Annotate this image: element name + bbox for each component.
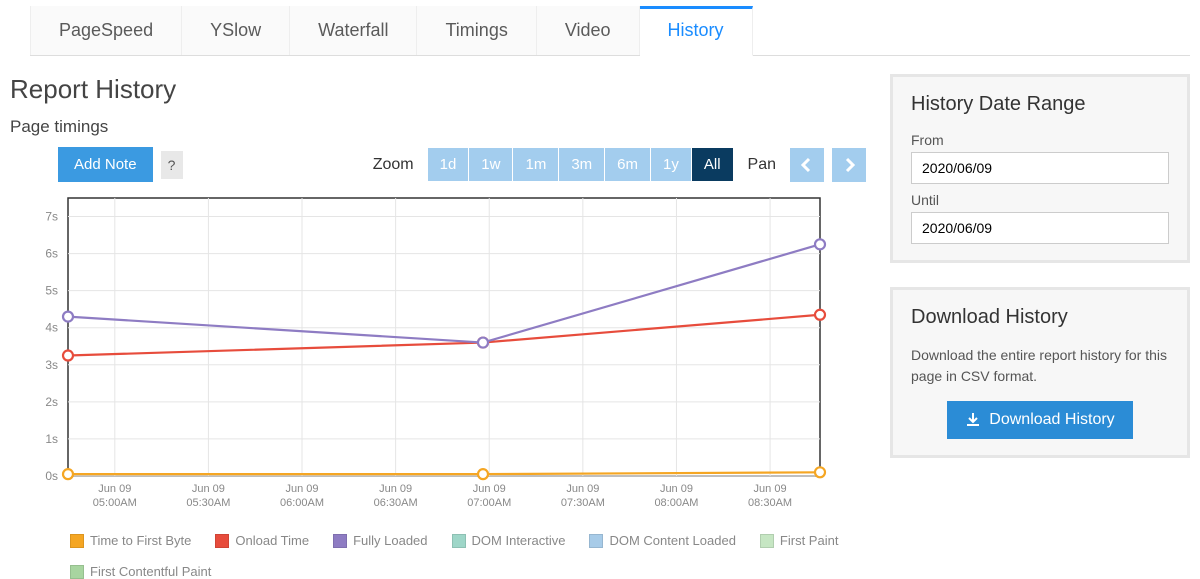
download-history-button[interactable]: Download History [947, 401, 1132, 439]
legend-swatch [333, 534, 347, 548]
tab-yslow[interactable]: YSlow [182, 6, 290, 55]
svg-text:05:30AM: 05:30AM [186, 497, 230, 509]
pan-left-button[interactable] [790, 148, 824, 182]
download-icon [965, 412, 981, 428]
tab-pagespeed[interactable]: PageSpeed [30, 6, 182, 55]
panel-title: Download History [911, 306, 1169, 329]
zoom-all[interactable]: All [692, 148, 733, 181]
zoom-6m[interactable]: 6m [605, 148, 650, 181]
zoom-1y[interactable]: 1y [651, 148, 691, 181]
svg-text:05:00AM: 05:00AM [93, 497, 137, 509]
svg-text:0s: 0s [45, 469, 58, 483]
legend-swatch [70, 534, 84, 548]
until-label: Until [911, 192, 1169, 208]
svg-text:07:00AM: 07:00AM [467, 497, 511, 509]
chevron-left-icon [799, 157, 815, 173]
svg-text:08:00AM: 08:00AM [654, 497, 698, 509]
svg-text:6s: 6s [45, 247, 58, 261]
svg-text:5s: 5s [45, 284, 58, 298]
svg-text:06:30AM: 06:30AM [374, 497, 418, 509]
legend-item[interactable]: Onload Time [215, 533, 309, 548]
legend-item[interactable]: DOM Interactive [452, 533, 566, 548]
svg-text:7s: 7s [45, 210, 58, 224]
section-subtitle: Page timings [10, 117, 866, 137]
svg-text:08:30AM: 08:30AM [748, 497, 792, 509]
legend-item[interactable]: Fully Loaded [333, 533, 427, 548]
legend-swatch [70, 565, 84, 579]
svg-text:Jun 09: Jun 09 [754, 483, 787, 495]
zoom-label: Zoom [373, 156, 414, 174]
from-label: From [911, 132, 1169, 148]
tab-history[interactable]: History [640, 6, 753, 56]
main-tabs: PageSpeedYSlowWaterfallTimingsVideoHisto… [30, 6, 1190, 56]
download-description: Download the entire report history for t… [911, 345, 1169, 387]
legend-label: DOM Interactive [472, 533, 566, 548]
svg-text:Jun 09: Jun 09 [660, 483, 693, 495]
legend-item[interactable]: First Contentful Paint [70, 564, 211, 579]
tab-video[interactable]: Video [537, 6, 640, 55]
legend-item[interactable]: First Paint [760, 533, 839, 548]
svg-text:Jun 09: Jun 09 [192, 483, 225, 495]
zoom-group: 1d1w1m3m6m1yAll [428, 148, 734, 181]
svg-text:2s: 2s [45, 395, 58, 409]
svg-text:06:00AM: 06:00AM [280, 497, 324, 509]
legend-label: Time to First Byte [90, 533, 191, 548]
legend-label: First Contentful Paint [90, 564, 211, 579]
date-range-panel: History Date Range From Until [890, 74, 1190, 263]
pan-label: Pan [748, 156, 776, 174]
download-button-label: Download History [989, 411, 1114, 429]
help-button[interactable]: ? [161, 151, 183, 179]
legend-swatch [589, 534, 603, 548]
zoom-1d[interactable]: 1d [428, 148, 469, 181]
tab-waterfall[interactable]: Waterfall [290, 6, 417, 55]
chart-legend: Time to First Byte Onload Time Fully Loade… [70, 533, 866, 579]
pan-right-button[interactable] [832, 148, 866, 182]
legend-item[interactable]: DOM Content Loaded [589, 533, 735, 548]
add-note-button[interactable]: Add Note [58, 147, 153, 182]
from-input[interactable] [911, 152, 1169, 184]
legend-label: First Paint [780, 533, 839, 548]
page-title: Report History [10, 74, 866, 105]
until-input[interactable] [911, 212, 1169, 244]
zoom-1m[interactable]: 1m [513, 148, 558, 181]
zoom-3m[interactable]: 3m [559, 148, 604, 181]
legend-item[interactable]: Time to First Byte [70, 533, 191, 548]
svg-text:Jun 09: Jun 09 [379, 483, 412, 495]
legend-swatch [760, 534, 774, 548]
svg-text:4s: 4s [45, 321, 58, 335]
chart-toolbar: Add Note ? Zoom 1d1w1m3m6m1yAll Pan [58, 147, 866, 182]
chevron-right-icon [841, 157, 857, 173]
tab-timings[interactable]: Timings [417, 6, 536, 55]
legend-swatch [452, 534, 466, 548]
svg-text:07:30AM: 07:30AM [561, 497, 605, 509]
legend-swatch [215, 534, 229, 548]
svg-text:1s: 1s [45, 432, 58, 446]
svg-text:Jun 09: Jun 09 [566, 483, 599, 495]
zoom-1w[interactable]: 1w [469, 148, 512, 181]
svg-text:Jun 09: Jun 09 [98, 483, 131, 495]
download-panel: Download History Download the entire rep… [890, 287, 1190, 458]
svg-text:Jun 09: Jun 09 [473, 483, 506, 495]
svg-text:Jun 09: Jun 09 [286, 483, 319, 495]
legend-label: Fully Loaded [353, 533, 427, 548]
panel-title: History Date Range [911, 93, 1169, 116]
legend-label: DOM Content Loaded [609, 533, 735, 548]
svg-text:3s: 3s [45, 358, 58, 372]
legend-label: Onload Time [235, 533, 309, 548]
timings-chart[interactable]: 0s 1s 2s 3s 4s 5s 6s 7s Jun 09 05:00AM Jun 09 05:30… [10, 190, 830, 520]
